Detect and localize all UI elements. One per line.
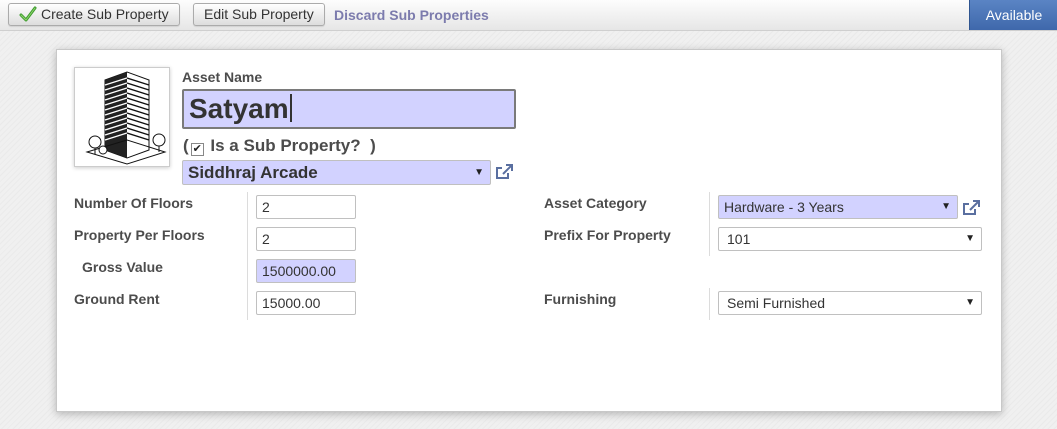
prefix-for-property-select[interactable]: 101 ▼ bbox=[718, 227, 982, 251]
edit-sub-property-button[interactable]: Edit Sub Property bbox=[193, 3, 325, 26]
number-of-floors-label: Number Of Floors bbox=[74, 195, 194, 211]
furnishing-select[interactable]: Semi Furnished ▼ bbox=[718, 291, 982, 315]
is-sub-property-checkbox[interactable]: ✔ bbox=[190, 143, 204, 156]
prefix-for-property-label: Prefix For Property bbox=[544, 227, 671, 243]
ground-rent-label: Ground Rent bbox=[74, 291, 160, 307]
building-image bbox=[85, 71, 167, 165]
asset-name-value: Satyam bbox=[189, 93, 289, 124]
property-per-floors-label: Property Per Floors bbox=[74, 227, 205, 243]
prefix-for-property-value: 101 bbox=[727, 231, 751, 247]
external-link-icon[interactable] bbox=[495, 164, 514, 180]
ground-rent-input[interactable]: 15000.00 bbox=[256, 291, 356, 315]
discard-sub-properties-link[interactable]: Discard Sub Properties bbox=[334, 7, 489, 23]
property-per-floors-input[interactable]: 2 bbox=[256, 227, 356, 251]
furnishing-value: Semi Furnished bbox=[727, 295, 826, 311]
parent-property-value: Siddhraj Arcade bbox=[188, 163, 318, 182]
paren-close: ) bbox=[365, 136, 376, 155]
right-column-separator-top bbox=[709, 192, 710, 256]
is-sub-property-row: (✔ Is a Sub Property? ) bbox=[183, 136, 376, 156]
form-sheet: Asset Name Satyam (✔ Is a Sub Property? … bbox=[56, 49, 1002, 412]
create-sub-property-label: Create Sub Property bbox=[41, 6, 169, 22]
status-available[interactable]: Available bbox=[969, 0, 1057, 30]
text-caret bbox=[289, 94, 292, 122]
asset-name-label: Asset Name bbox=[182, 69, 263, 85]
is-sub-property-label: Is a Sub Property? bbox=[210, 136, 361, 155]
right-column-separator-bottom bbox=[709, 288, 710, 320]
edit-sub-property-label: Edit Sub Property bbox=[204, 6, 314, 22]
furnishing-label: Furnishing bbox=[544, 291, 617, 307]
external-link-icon[interactable] bbox=[962, 200, 981, 216]
paren-open: ( bbox=[183, 136, 189, 155]
asset-category-select[interactable]: Hardware - 3 Years ▼ bbox=[718, 195, 958, 219]
dropdown-arrow-icon: ▼ bbox=[965, 233, 975, 244]
create-sub-property-button[interactable]: Create Sub Property bbox=[8, 3, 180, 26]
number-of-floors-input[interactable]: 2 bbox=[256, 195, 356, 219]
asset-category-label: Asset Category bbox=[544, 195, 647, 211]
control-bar: Create Sub Property Edit Sub Property Di… bbox=[0, 0, 1057, 31]
parent-property-select[interactable]: Siddhraj Arcade ▼ bbox=[182, 160, 491, 185]
dropdown-arrow-icon: ▼ bbox=[941, 201, 951, 212]
dropdown-arrow-icon: ▼ bbox=[474, 167, 484, 178]
building-photo[interactable] bbox=[74, 67, 170, 167]
asset-name-input[interactable]: Satyam bbox=[182, 89, 516, 129]
dropdown-arrow-icon: ▼ bbox=[965, 297, 975, 308]
check-icon bbox=[19, 6, 37, 22]
left-column-separator bbox=[247, 192, 248, 320]
gross-value-label: Gross Value bbox=[82, 259, 163, 275]
asset-category-value: Hardware - 3 Years bbox=[724, 199, 844, 215]
gross-value-input[interactable]: 1500000.00 bbox=[256, 259, 356, 283]
